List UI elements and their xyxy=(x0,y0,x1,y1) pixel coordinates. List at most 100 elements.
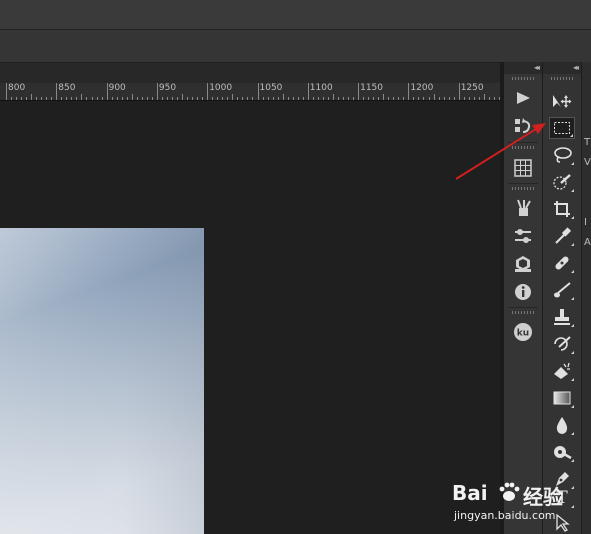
ruler-minor-tick xyxy=(121,97,123,100)
ruler-minor-tick xyxy=(398,97,400,100)
ruler-minor-tick xyxy=(468,97,470,100)
ruler-minor-tick xyxy=(227,97,229,100)
ruler-minor-tick xyxy=(232,94,234,100)
ruler-minor-tick xyxy=(413,97,415,100)
title-bar xyxy=(0,0,591,30)
ruler-minor-tick xyxy=(76,97,78,100)
collapse-icon[interactable]: ◂◂ xyxy=(573,62,579,74)
watermark-brand: Bai xyxy=(452,481,488,505)
ruler-minor-tick xyxy=(177,97,179,100)
quick-select-icon xyxy=(553,174,571,190)
gradient-tool[interactable] xyxy=(549,387,575,409)
brush-tool[interactable] xyxy=(549,279,575,301)
ruler-label: 800 xyxy=(8,83,26,93)
ruler-major-tick xyxy=(6,83,7,100)
brushes-icon[interactable] xyxy=(513,198,533,218)
ruler-minor-tick xyxy=(348,97,350,100)
ruler-minor-tick xyxy=(282,94,284,100)
play-icon[interactable] xyxy=(513,88,533,108)
ruler-minor-tick xyxy=(41,97,43,100)
ruler-minor-tick xyxy=(16,97,18,100)
ruler-minor-tick xyxy=(151,97,153,100)
ruler-minor-tick xyxy=(312,97,314,100)
ruler-minor-tick xyxy=(26,97,28,100)
ruler-major-tick xyxy=(106,83,108,100)
eraser-tool[interactable] xyxy=(549,360,575,382)
bandage-icon xyxy=(555,256,569,270)
ruler-major-tick xyxy=(56,83,58,100)
blur-tool[interactable] xyxy=(549,414,575,436)
dodge-icon xyxy=(554,446,572,460)
edge-char: I xyxy=(584,217,587,228)
ruler-minor-tick xyxy=(146,97,148,100)
eyedropper-tool[interactable] xyxy=(549,225,575,247)
ruler-minor-tick xyxy=(373,97,375,100)
clone-stamp-tool[interactable] xyxy=(549,306,575,328)
3d-icon[interactable] xyxy=(513,254,533,274)
ruler-minor-tick xyxy=(101,97,103,100)
panel-grip[interactable] xyxy=(512,311,534,314)
tools-panel-header[interactable]: ◂◂ xyxy=(543,62,581,74)
rectangular-marquee-tool[interactable] xyxy=(549,117,575,139)
ruler-minor-tick xyxy=(11,97,13,100)
ruler-minor-tick xyxy=(212,97,214,100)
horizontal-ruler: 800 850 900 950 1000 1050 1100 1150 1200 1250 xyxy=(0,83,500,101)
ruler-minor-tick xyxy=(46,97,48,100)
paw-icon xyxy=(499,482,520,501)
ruler-major-tick xyxy=(307,83,309,100)
ruler-minor-tick xyxy=(61,97,63,100)
ruler-minor-tick xyxy=(222,97,224,100)
adjust-sliders-icon[interactable] xyxy=(513,226,533,246)
ruler-label: 1150 xyxy=(360,83,383,93)
ruler-minor-tick xyxy=(116,97,118,100)
eyedropper-icon xyxy=(555,227,571,244)
ruler-minor-tick xyxy=(337,97,339,100)
panel-grip[interactable] xyxy=(512,77,534,80)
quick-selection-tool[interactable] xyxy=(549,171,575,193)
watermark-brand2: 经验 xyxy=(523,485,563,509)
ruler-minor-tick xyxy=(317,97,319,100)
ruler-minor-tick xyxy=(433,94,435,100)
ruler-minor-tick xyxy=(91,97,93,100)
ruler-minor-tick xyxy=(393,97,395,100)
ruler-minor-tick xyxy=(418,97,420,100)
ruler-minor-tick xyxy=(131,94,133,100)
ruler-minor-tick xyxy=(136,97,138,100)
ruler-major-tick xyxy=(408,83,410,100)
brush-icon xyxy=(554,282,571,298)
ruler-minor-tick xyxy=(262,97,264,100)
ruler-minor-tick xyxy=(478,97,480,100)
kuler-icon[interactable]: ku xyxy=(513,322,533,342)
ruler-minor-tick xyxy=(182,94,184,100)
marquee-icon xyxy=(554,122,570,134)
ruler-minor-tick xyxy=(403,97,405,100)
ruler-label: 950 xyxy=(158,83,177,93)
ruler-major-tick xyxy=(358,83,360,100)
healing-brush-tool[interactable] xyxy=(549,252,575,274)
document-image-shade xyxy=(0,228,204,534)
edge-char: T xyxy=(584,137,591,148)
ruler-label: 1050 xyxy=(259,83,283,93)
collapse-icon[interactable]: ◂◂ xyxy=(534,62,540,74)
crop-tool[interactable] xyxy=(549,198,575,220)
ruler-minor-tick xyxy=(327,97,329,100)
ruler-minor-tick xyxy=(126,97,128,100)
ruler-minor-tick xyxy=(368,97,370,100)
move-tool[interactable] xyxy=(549,90,575,112)
dodge-tool[interactable] xyxy=(549,441,575,463)
history-brush-tool[interactable] xyxy=(549,333,575,355)
ruler-label: 1000 xyxy=(209,83,233,93)
panel-grip[interactable] xyxy=(551,77,573,80)
panel-column-header[interactable]: ◂◂ xyxy=(504,62,542,74)
lasso-tool[interactable] xyxy=(549,144,575,166)
ruler-minor-tick xyxy=(71,97,73,100)
info-icon[interactable] xyxy=(513,282,533,302)
ruler-minor-tick xyxy=(493,97,495,100)
ruler-minor-tick xyxy=(171,97,173,100)
ruler-minor-tick xyxy=(197,97,199,100)
ruler-minor-tick xyxy=(31,94,33,100)
ruler-minor-tick xyxy=(166,97,168,100)
ruler-minor-tick xyxy=(343,97,344,100)
ruler-minor-tick xyxy=(111,97,113,100)
baidu-watermark: Bai 经验 jingyan.baidu.com xyxy=(448,478,578,528)
